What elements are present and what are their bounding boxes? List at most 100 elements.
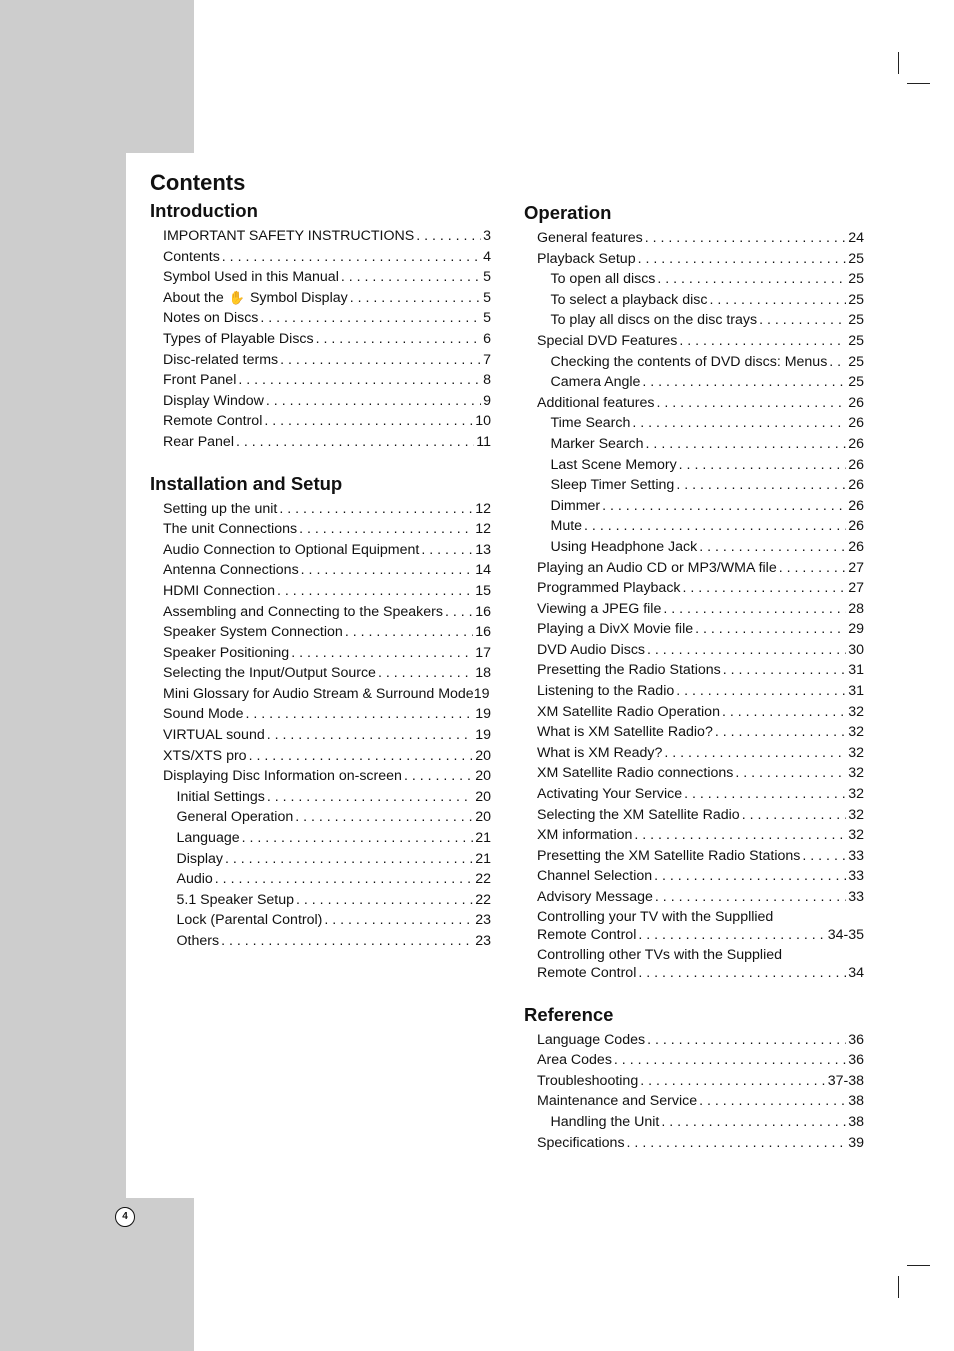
entry-page: 10 xyxy=(475,413,491,430)
entry-label: Viewing a JPEG file xyxy=(537,600,662,617)
toc-entry[interactable]: Symbol Used in this Manual 5 xyxy=(163,267,491,288)
toc-entry[interactable]: Viewing a JPEG file 28 xyxy=(537,599,864,620)
toc-entry[interactable]: Controlling other TVs with the Supplied … xyxy=(537,946,864,982)
entry-label: Playback Setup xyxy=(537,250,636,267)
toc-entry[interactable]: To play all discs on the disc trays 25 xyxy=(537,310,865,331)
toc-entry[interactable]: Maintenance and Service 38 xyxy=(537,1091,864,1112)
toc-entry[interactable]: Channel Selection 33 xyxy=(537,866,864,887)
toc-entry[interactable]: Setting up the unit 12 xyxy=(163,499,491,520)
toc-entry[interactable]: Lock (Parental Control) 23 xyxy=(163,910,492,931)
entry-page: 5 xyxy=(483,310,491,327)
toc-entry[interactable]: General Operation 20 xyxy=(163,807,492,828)
toc-entry[interactable]: Special DVD Features 25 xyxy=(537,331,864,352)
entry-label: Selecting the Input/Output Source xyxy=(163,665,376,682)
toc-entry[interactable]: Displaying Disc Information on-screen 20 xyxy=(163,766,491,787)
toc-entry[interactable]: Speaker Positioning 17 xyxy=(163,643,491,664)
toc-entry[interactable]: Controlling your TV with the Suppllied R… xyxy=(537,908,864,944)
toc-entry[interactable]: HDMI Connection 15 xyxy=(163,581,491,602)
toc-entry[interactable]: Disc-related terms 7 xyxy=(163,350,491,371)
entry-page: 16 xyxy=(475,624,491,641)
toc-entry[interactable]: Mute 26 xyxy=(537,516,865,537)
entry-label: Types of Playable Discs xyxy=(163,330,314,347)
dot-leader xyxy=(679,331,846,352)
section-heading: Introduction xyxy=(150,200,258,221)
toc-entry[interactable]: Sleep Timer Setting 26 xyxy=(537,475,865,496)
margin-band-middle xyxy=(0,153,126,1198)
toc-entry[interactable]: Remote Control 10 xyxy=(163,411,491,432)
toc-entry[interactable]: Marker Search 26 xyxy=(537,434,865,455)
toc-entry[interactable]: Selecting the Input/Output Source 18 xyxy=(163,663,491,684)
toc-entry[interactable]: DVD Audio Discs 30 xyxy=(537,640,864,661)
toc-entry[interactable]: 5.1 Speaker Setup 22 xyxy=(163,890,492,911)
toc-entry[interactable]: Types of Playable Discs 6 xyxy=(163,329,491,350)
toc-entry[interactable]: Area Codes 36 xyxy=(537,1050,864,1071)
toc-entry[interactable]: Playing a DivX Movie file 29 xyxy=(537,619,864,640)
toc-entry[interactable]: XM Satellite Radio connections 32 xyxy=(537,763,864,784)
toc-entry[interactable]: Mini Glossary for Audio Stream & Surroun… xyxy=(163,684,491,705)
toc-entry[interactable]: Rear Panel 11 xyxy=(163,432,491,453)
toc-entry[interactable]: Time Search 26 xyxy=(537,413,865,434)
dot-leader xyxy=(242,828,474,849)
toc-entry[interactable]: Listening to the Radio 31 xyxy=(537,681,864,702)
toc-entry[interactable]: Advisory Message 33 xyxy=(537,887,864,908)
toc-entry[interactable]: To select a playback disc 25 xyxy=(537,290,865,311)
toc-entry[interactable]: Presetting the Radio Stations 31 xyxy=(537,660,864,681)
toc-entry[interactable]: Audio 22 xyxy=(163,869,492,890)
toc-entry[interactable]: Speaker System Connection 16 xyxy=(163,622,491,643)
toc-entry[interactable]: Playing an Audio CD or MP3/WMA file 27 xyxy=(537,558,864,579)
toc-entry[interactable]: Audio Connection to Optional Equipment 13 xyxy=(163,540,491,561)
toc-entry[interactable]: Notes on Discs 5 xyxy=(163,308,491,329)
toc-entry[interactable]: IMPORTANT SAFETY INSTRUCTIONS 3 xyxy=(163,226,491,247)
toc-entry[interactable]: Additional features 26 xyxy=(537,393,864,414)
entry-page: 4 xyxy=(483,248,491,265)
dot-leader xyxy=(684,784,846,805)
toc-entry[interactable]: To open all discs 25 xyxy=(537,269,865,290)
dot-leader xyxy=(299,519,473,540)
dot-leader xyxy=(657,269,846,290)
toc-entry[interactable]: What is XM Ready? 32 xyxy=(537,743,864,764)
toc-entry[interactable]: Language Codes 36 xyxy=(537,1030,864,1051)
dot-leader xyxy=(709,290,846,311)
entry-label: Handling the Unit xyxy=(550,1113,660,1130)
toc-entry[interactable]: XTS/XTS pro 20 xyxy=(163,746,491,767)
toc-entry[interactable]: Specifications 39 xyxy=(537,1133,864,1154)
toc-entry[interactable]: Front Panel 8 xyxy=(163,370,491,391)
toc-entry[interactable]: Display 21 xyxy=(163,849,492,870)
entry-label: Audio xyxy=(176,871,213,888)
entry-page: 26 xyxy=(848,394,864,411)
toc-entry[interactable]: Contents 4 xyxy=(163,247,491,268)
dot-leader xyxy=(260,308,481,329)
toc-entry[interactable]: VIRTUAL sound 19 xyxy=(163,725,491,746)
toc-entry[interactable]: Antenna Connections 14 xyxy=(163,560,491,581)
toc-entry[interactable]: Handling the Unit 38 xyxy=(537,1112,865,1133)
toc-entry[interactable]: Last Scene Memory 26 xyxy=(537,455,865,476)
entry-page: 37-38 xyxy=(827,1072,864,1089)
toc-entry[interactable]: The unit Connections 12 xyxy=(163,519,491,540)
toc-entry[interactable]: Using Headphone Jack 26 xyxy=(537,537,865,558)
toc-entry[interactable]: Selecting the XM Satellite Radio 32 xyxy=(537,805,864,826)
toc-entry[interactable]: Activating Your Service 32 xyxy=(537,784,864,805)
toc-entry[interactable]: XM Satellite Radio Operation 32 xyxy=(537,702,864,723)
entry-label: Audio Connection to Optional Equipment xyxy=(163,541,420,558)
toc-entry[interactable]: Checking the contents of DVD discs: Menu… xyxy=(537,352,865,373)
dot-leader xyxy=(695,619,846,640)
toc-entry[interactable]: Troubleshooting 37-38 xyxy=(537,1071,864,1092)
entry-page: 5 xyxy=(483,269,491,286)
toc-entry[interactable]: Dimmer 26 xyxy=(537,496,865,517)
toc-entry[interactable]: Camera Angle 25 xyxy=(537,372,865,393)
dot-leader xyxy=(638,964,846,982)
toc-entry[interactable]: Assembling and Connecting to the Speaker… xyxy=(163,602,491,623)
toc-entry[interactable]: Programmed Playback 27 xyxy=(537,578,864,599)
toc-entry[interactable]: Language 21 xyxy=(163,828,492,849)
toc-entry[interactable]: Initial Settings 20 xyxy=(163,787,492,808)
toc-entry[interactable]: Playback Setup 25 xyxy=(537,249,864,270)
entry-page: 9 xyxy=(483,392,491,409)
toc-entry[interactable]: Presetting the XM Satellite Radio Statio… xyxy=(537,846,864,867)
toc-entry[interactable]: Others 23 xyxy=(163,931,492,952)
toc-entry[interactable]: Sound Mode 19 xyxy=(163,704,491,725)
toc-entry[interactable]: XM information 32 xyxy=(537,825,864,846)
toc-entry[interactable]: General features 24 xyxy=(537,228,864,249)
toc-entry[interactable]: What is XM Satellite Radio? 32 xyxy=(537,722,864,743)
toc-entry[interactable]: About the✋Symbol Display 5 xyxy=(163,288,491,309)
toc-entry[interactable]: Display Window 9 xyxy=(163,391,491,412)
